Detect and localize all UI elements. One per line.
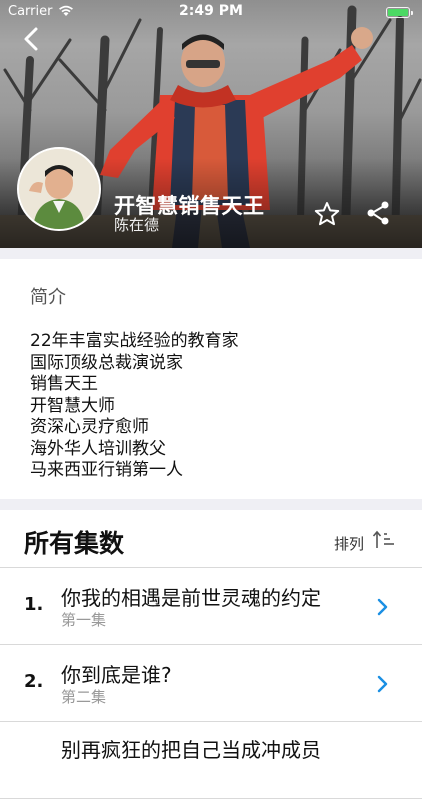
intro-line: 22年丰富实战经验的教育家	[30, 331, 239, 351]
section-divider	[0, 499, 422, 510]
episode-row[interactable]: 别再疯狂的把自己当成冲成员	[0, 722, 422, 799]
chevron-right-icon	[377, 675, 388, 693]
episode-subtitle: 第二集	[61, 688, 107, 706]
episode-row[interactable]: 2. 你到底是谁? 第二集	[0, 645, 422, 722]
chevron-right-icon	[377, 598, 388, 616]
episodes-heading: 所有集数	[24, 529, 125, 558]
intro-line: 海外华人培训教父	[30, 438, 166, 459]
intro-text: 22年丰富实战经验的教育家 国际顶级总裁演说家 销售天王 开智慧大师 资深心灵疗…	[30, 331, 239, 482]
episode-row[interactable]: 1. 你我的相遇是前世灵魂的约定 第一集	[0, 568, 422, 645]
intro-line: 马来西亚行销第一人	[30, 460, 183, 480]
section-divider	[0, 248, 422, 259]
back-icon[interactable]	[22, 26, 42, 52]
star-icon[interactable]	[314, 201, 340, 227]
status-bar: Carrier 2:49 PM	[0, 0, 422, 26]
intro-line: 开智慧大师	[30, 395, 115, 416]
episode-number: 1.	[24, 594, 44, 615]
episode-subtitle: 第一集	[61, 611, 107, 629]
header-banner: Carrier 2:49 PM 开智慧销售天王 陈在德	[0, 0, 422, 248]
sort-icon[interactable]	[372, 530, 398, 550]
avatar	[17, 147, 101, 231]
battery-icon	[386, 7, 413, 18]
episode-number: 2.	[24, 671, 44, 692]
status-time: 2:49 PM	[179, 3, 243, 19]
sort-button[interactable]: 排列	[334, 533, 364, 554]
intro-line: 销售天王	[30, 374, 98, 394]
episode-title: 你我的相遇是前世灵魂的约定	[61, 586, 321, 610]
intro-line: 国际顶级总裁演说家	[30, 352, 183, 373]
episode-title: 别再疯狂的把自己当成冲成员	[61, 738, 321, 762]
author-name: 陈在德	[114, 216, 160, 234]
episode-title: 你到底是谁?	[61, 663, 172, 687]
share-icon[interactable]	[365, 200, 391, 226]
intro-line: 资深心灵疗愈师	[30, 417, 149, 437]
intro-section: 简介 22年丰富实战经验的教育家 国际顶级总裁演说家 销售天王 开智慧大师 资深…	[0, 259, 422, 499]
intro-heading: 简介	[30, 287, 66, 308]
episodes-header: 所有集数 排列	[0, 510, 422, 568]
